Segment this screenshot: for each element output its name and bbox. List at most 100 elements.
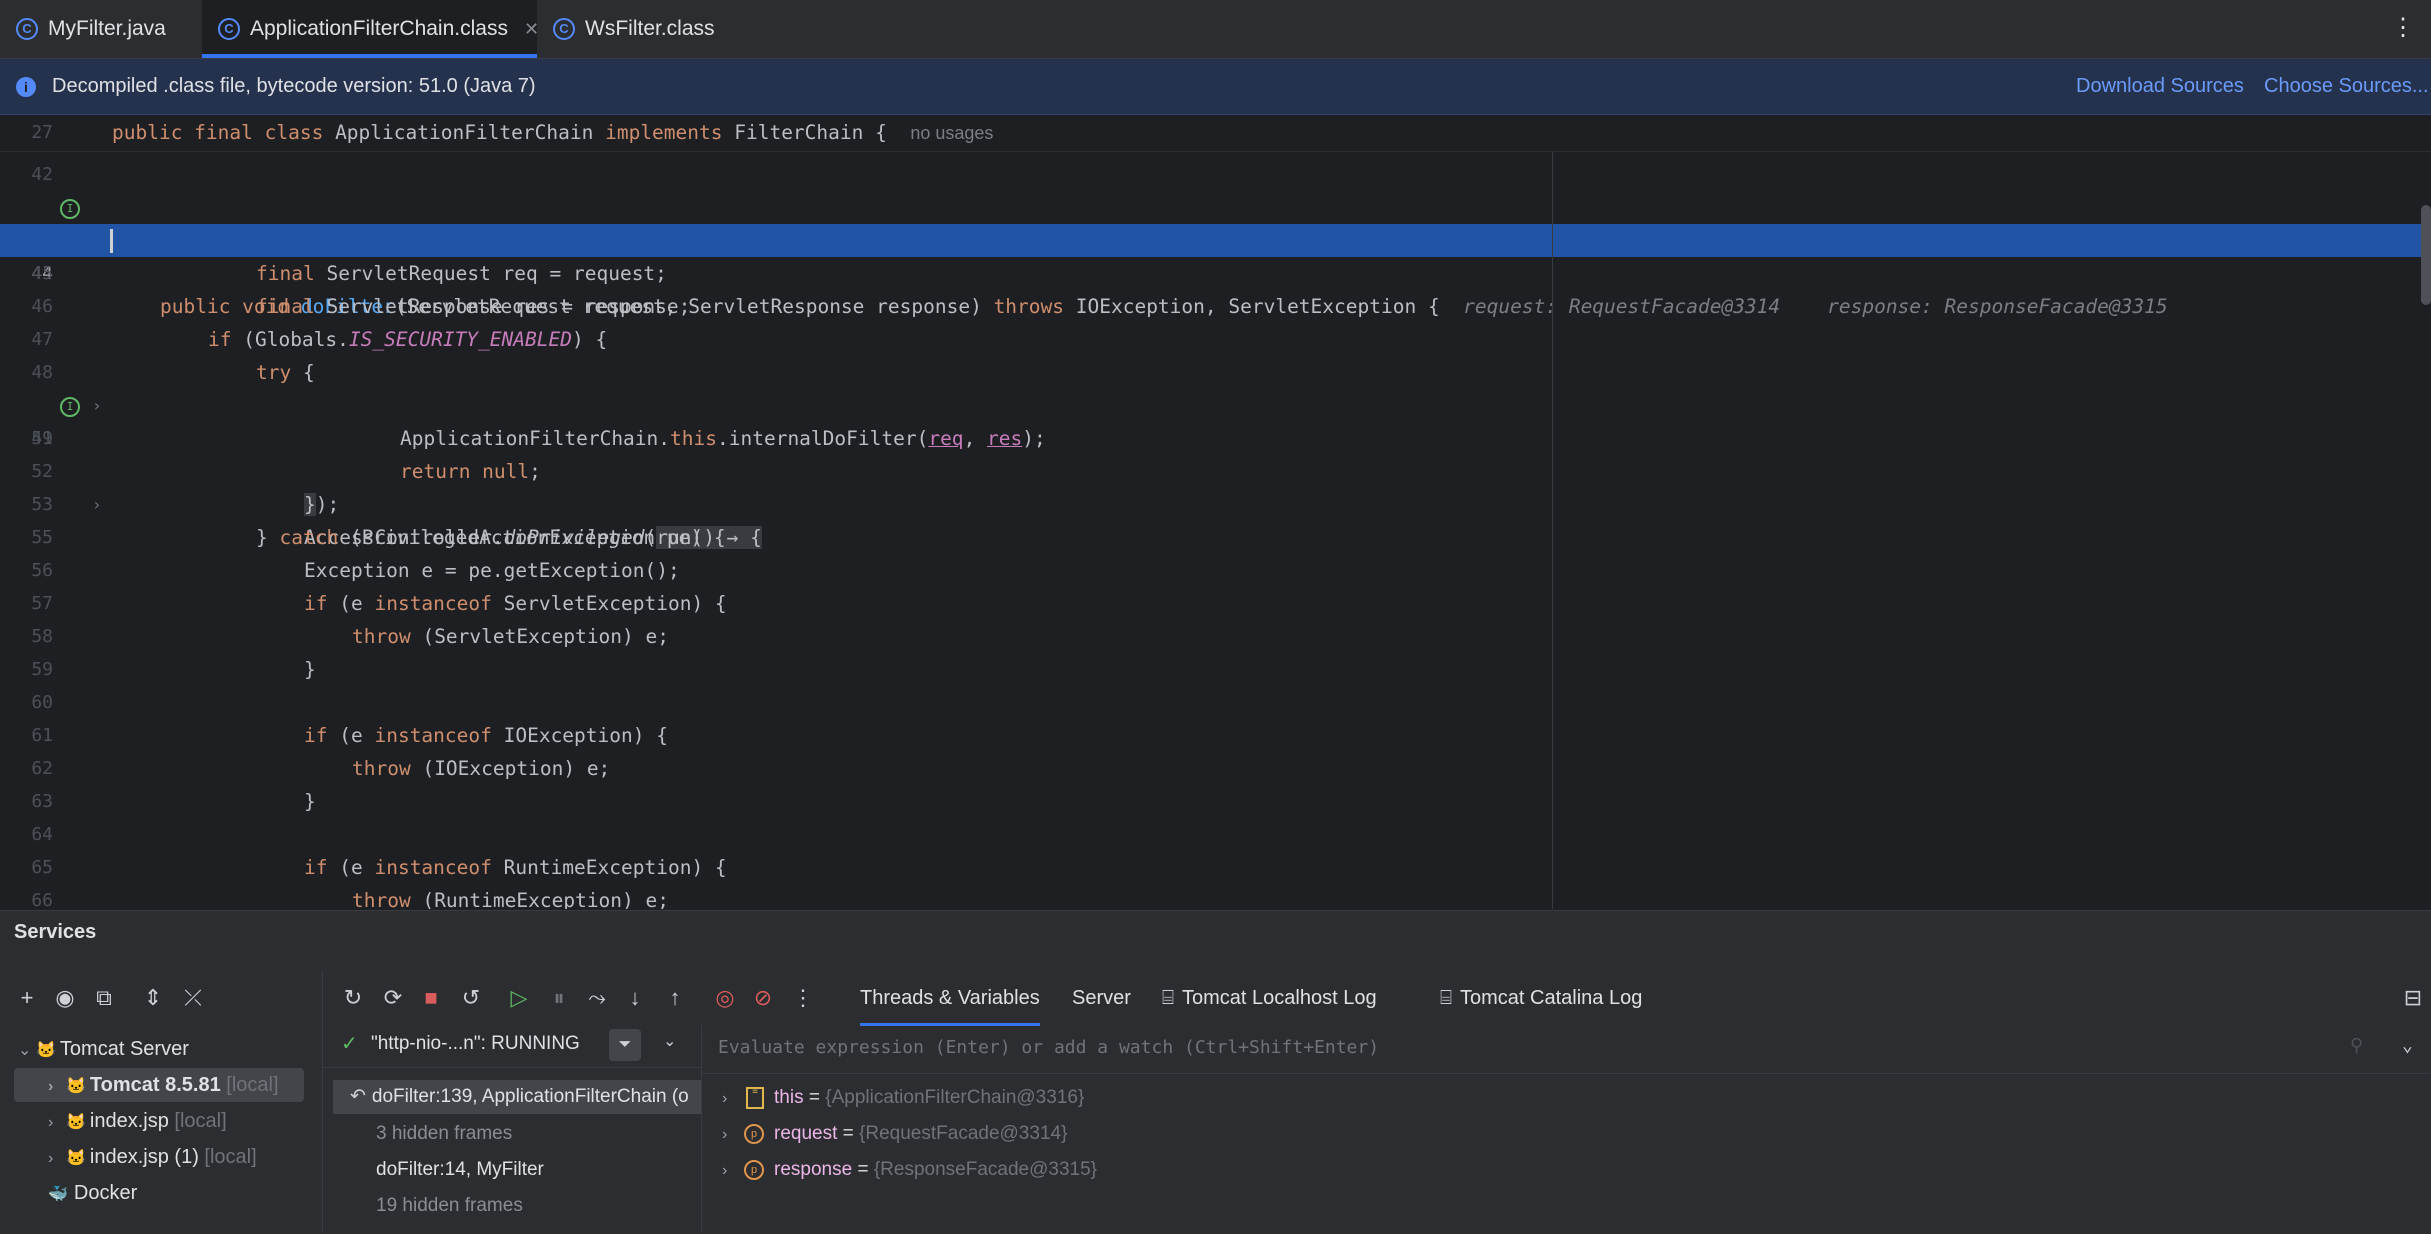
view-breakpoints-icon[interactable]: ◎ [712,985,738,1011]
docker-icon: 🐳 [48,1186,68,1203]
frame-row[interactable]: ↶ doFilter:139, ApplicationFilterChain (o [350,1080,700,1114]
update-icon[interactable]: ↺ [458,985,484,1011]
var-name: this [774,1087,804,1108]
pause-icon[interactable]: ⏸ [546,985,572,1011]
mute-breakpoints-icon[interactable]: ⊘ [750,985,776,1011]
code-line: ApplicationFilterChain.this.internalDoFi… [400,427,1046,450]
tree-label: index.jsp (1) [89,1146,199,1168]
code-line: Exception e = pe.getException(); [304,559,680,582]
fold-chevron-icon[interactable]: › [92,488,102,521]
resume-icon[interactable]: ▷ [506,985,532,1011]
tree-item-index-jsp[interactable]: › 🐱 index.jsp [local] [48,1105,227,1137]
line-number: 46 [31,296,53,317]
code-line: throw (ServletException) e; [352,625,669,648]
line-number: 48 [31,362,53,383]
tree-item-docker[interactable]: 🐳 Docker [48,1177,137,1209]
var-name: response [774,1159,853,1180]
tab-tomcat-localhost-log[interactable]: ⌸ Tomcat Localhost Log [1162,983,1377,1023]
code-line: }); [304,493,340,516]
layout-icon[interactable]: ⊟ [2400,985,2426,1011]
variable-row[interactable]: › p request = {RequestFacade@3314} [722,1117,1067,1151]
download-sources-link[interactable]: Download Sources [2076,75,2244,98]
chevron-right-icon[interactable]: › [722,1082,740,1116]
line-number: 27 [31,122,53,143]
this-icon: ≡ [746,1086,764,1109]
decompiled-banner: i Decompiled .class file, bytecode versi… [0,59,2431,115]
class-icon: C [218,18,240,40]
more-vertical-icon[interactable]: ⋮ [2391,14,2415,42]
tomcat-icon: 🐱 [36,1042,56,1059]
add-watch-icon[interactable]: ⚲ [2350,1035,2363,1056]
chevron-right-icon[interactable]: › [722,1154,740,1188]
chevron-right-icon[interactable]: › [48,1071,66,1103]
tab-threads-variables[interactable]: Threads & Variables [860,983,1040,1026]
info-icon: i [16,76,36,97]
line-number: 52 [31,461,53,482]
step-out-icon[interactable]: ↑ [662,985,688,1011]
frame-row[interactable]: 19 hidden frames [376,1189,523,1223]
tree-item-index-jsp-1[interactable]: › 🐱 index.jsp (1) [local] [48,1141,257,1173]
parameter-icon: p [744,1159,764,1180]
editor-tab-bar: C MyFilter.java C ApplicationFilterChain… [0,0,2431,59]
services-title: Services [14,921,97,943]
tab-applicationfilterchain[interactable]: C ApplicationFilterChain.class ✕ [202,0,551,58]
evaluate-expression-field[interactable]: Evaluate expression (Enter) or add a wat… [702,1025,2431,1074]
thread-selector[interactable]: ✓ "http-nio-...n": RUNNING ⏷ ⌄ [323,1025,701,1068]
line-number: 65 [31,857,53,878]
implements-icon[interactable]: I [60,199,80,219]
sticky-class-header[interactable]: 27 public final class ApplicationFilterC… [0,115,2431,152]
chevron-right-icon[interactable]: › [48,1107,66,1139]
line-number: 63 [31,791,53,812]
chevron-down-icon[interactable]: ⌄ [18,1035,36,1067]
fold-chevron-icon[interactable]: › [92,389,102,422]
editor-scrollbar[interactable] [2421,205,2431,305]
step-over-icon[interactable]: ⤳ [584,985,610,1011]
chevron-down-icon[interactable]: ⌄ [2402,1035,2413,1056]
code-line: } catch (PrivilegedActionException pe) { [256,526,726,549]
class-icon: C [553,18,575,40]
step-into-icon[interactable]: ↓ [622,985,648,1011]
tree-label: Docker [73,1182,138,1204]
console-icon: ⌸ [1440,987,1452,1009]
line-number: 51 [31,428,53,449]
line-number: 61 [31,725,53,746]
code-line: return null; [400,460,541,483]
tree-item-tomcat-server[interactable]: ⌄ 🐱 Tomcat Server [18,1033,189,1065]
caret [110,229,113,253]
usages-hint: no usages [910,123,994,143]
tree-item-tomcat-instance[interactable]: › 🐱 Tomcat 8.5.81 [local] [48,1069,279,1101]
var-value: {RequestFacade@3314} [859,1123,1068,1144]
rerun-icon[interactable]: ↻ [340,985,366,1011]
current-execution-line: 44 if (Globals.IS_SECURITY_ENABLED) { [0,224,2431,351]
tab-myfilter[interactable]: C MyFilter.java [0,0,216,58]
line-number: 45 [31,263,53,284]
filter-icon[interactable]: ⏷ [609,1029,641,1061]
more-icon[interactable]: ⋮ [790,985,816,1011]
code-line: if (e instanceof RuntimeException) { [304,856,727,879]
tab-tomcat-catalina-log[interactable]: ⌸ Tomcat Catalina Log [1440,983,1642,1023]
choose-sources-link[interactable]: Choose Sources... [2264,75,2429,98]
stop-icon[interactable]: ■ [418,985,444,1011]
tab-wsfilter[interactable]: C WsFilter.class [537,0,759,58]
chevron-right-icon[interactable]: › [722,1118,740,1152]
restart-icon[interactable]: ⟳ [380,985,406,1011]
chevron-right-icon[interactable]: › [48,1143,66,1175]
tree-label-muted: [local] [174,1110,227,1132]
parameter-icon: p [744,1123,764,1144]
tab-label: Tomcat Catalina Log [1460,987,1643,1009]
code-editor[interactable]: 42 43 I public void doFilter(ServletRequ… [0,115,2431,909]
chevron-down-icon[interactable]: ⌄ [663,1031,676,1051]
tab-server[interactable]: Server [1072,983,1131,1023]
variable-row[interactable]: › ≡ this = {ApplicationFilterChain@3316} [722,1081,1084,1115]
frame-row[interactable]: doFilter:14, MyFilter [376,1153,544,1187]
tab-label: Tomcat Localhost Log [1182,987,1377,1009]
class-icon: C [16,18,38,40]
implements-icon[interactable]: I [60,397,80,417]
variable-row[interactable]: › p response = {ResponseFacade@3315} [722,1153,1097,1187]
code-line: if (e instanceof ServletException) { [304,592,727,615]
code-line: throw (IOException) e; [352,757,611,780]
var-value: {ApplicationFilterChain@3316} [825,1087,1085,1108]
tree-label-muted: [local] [226,1074,279,1096]
evaluate-placeholder: Evaluate expression (Enter) or add a wat… [718,1037,1380,1058]
frame-row[interactable]: 3 hidden frames [376,1117,512,1151]
